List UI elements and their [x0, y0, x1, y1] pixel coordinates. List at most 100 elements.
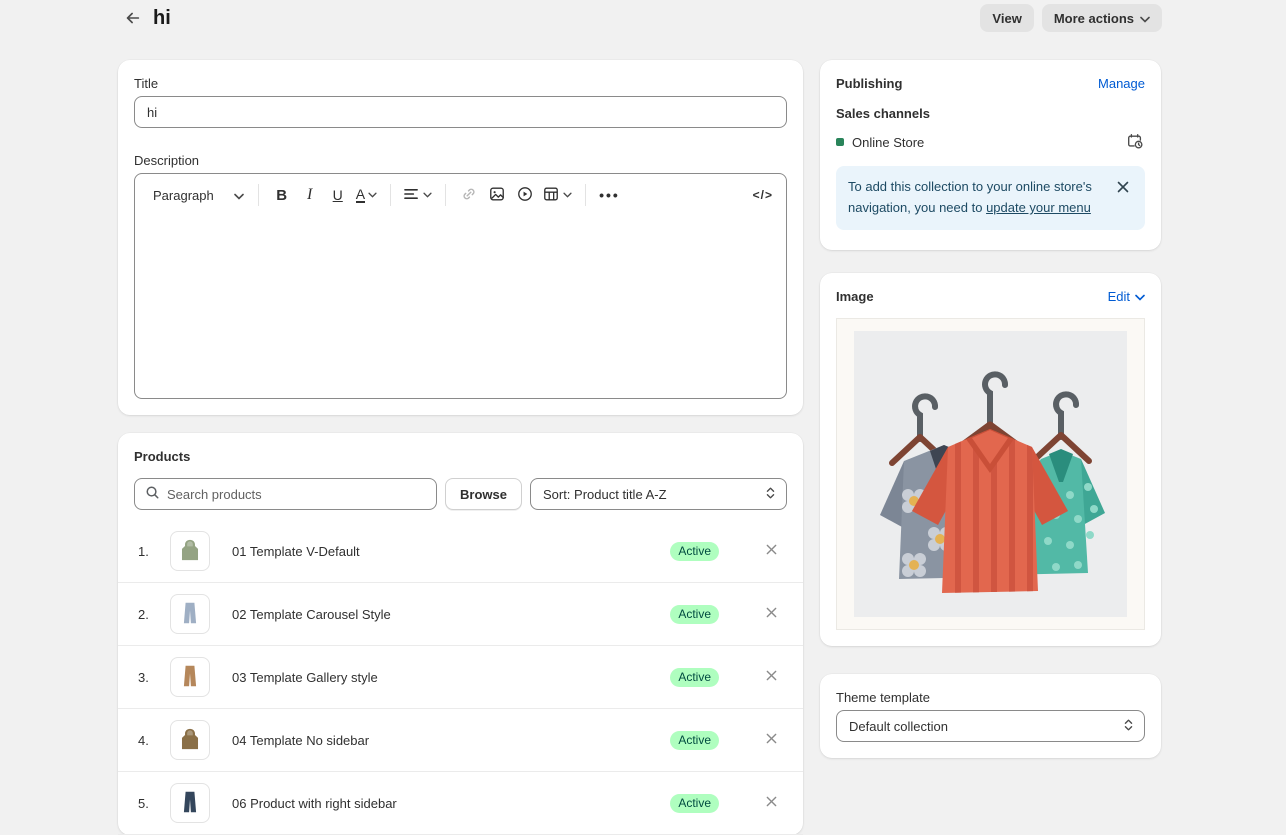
- pants-icon: [178, 663, 202, 692]
- updown-chevron-icon: [1123, 718, 1134, 735]
- channel-status-dot: [836, 138, 844, 146]
- title-label: Title: [134, 76, 787, 91]
- status-badge: Active: [670, 731, 719, 750]
- product-thumbnail: [170, 657, 210, 697]
- align-left-icon: [404, 187, 419, 204]
- theme-template-card: Theme template Default collection: [820, 674, 1161, 758]
- bold-button[interactable]: B: [269, 182, 295, 208]
- toolbar-divider: [390, 184, 391, 206]
- show-html-button[interactable]: </>: [750, 182, 776, 208]
- table-icon: [543, 186, 559, 205]
- toolbar-divider: [445, 184, 446, 206]
- insert-video-button[interactable]: [512, 182, 538, 208]
- dismiss-banner-button[interactable]: [1113, 178, 1133, 198]
- product-rows: 1. 01 Template V-Default Active 2.: [118, 520, 803, 835]
- row-index: 3.: [138, 670, 156, 685]
- channel-name: Online Store: [852, 135, 1117, 150]
- chevron-down-icon: [234, 188, 244, 203]
- remove-product-button[interactable]: [761, 667, 781, 687]
- product-row: 2. 02 Template Carousel Style Active: [118, 583, 803, 646]
- remove-product-button[interactable]: [761, 730, 781, 750]
- updown-chevron-icon: [765, 486, 776, 503]
- remove-product-button[interactable]: [761, 604, 781, 624]
- title-input[interactable]: [134, 96, 787, 128]
- close-icon: [765, 795, 778, 811]
- product-thumbnail: [170, 720, 210, 760]
- theme-template-select[interactable]: Default collection: [836, 710, 1145, 742]
- product-thumbnail: [170, 531, 210, 571]
- paragraph-style-dropdown[interactable]: Paragraph: [149, 188, 248, 203]
- products-card: Products Browse Sort: Product title A-Z: [118, 433, 803, 835]
- close-icon: [765, 543, 778, 559]
- products-controls: Browse Sort: Product title A-Z: [134, 478, 787, 510]
- page-header: hi View More actions: [0, 0, 1286, 38]
- close-icon: [1116, 180, 1130, 197]
- image-heading: Image: [836, 289, 874, 304]
- product-thumbnail: [170, 594, 210, 634]
- close-icon: [765, 732, 778, 748]
- pants-icon: [178, 789, 202, 818]
- image-icon: [489, 186, 505, 205]
- alignment-button[interactable]: [401, 182, 435, 208]
- italic-button[interactable]: I: [297, 182, 323, 208]
- pants-icon: [178, 600, 202, 629]
- sort-select[interactable]: Sort: Product title A-Z: [530, 478, 787, 510]
- collection-image[interactable]: [836, 318, 1145, 630]
- schedule-publish-button[interactable]: [1125, 132, 1145, 152]
- editor-toolbar: Paragraph B I U A: [135, 174, 786, 216]
- view-button[interactable]: View: [980, 4, 1033, 32]
- back-arrow-icon: [124, 9, 142, 30]
- description-editor: Paragraph B I U A: [134, 173, 787, 399]
- status-badge: Active: [670, 605, 719, 624]
- more-formatting-button[interactable]: •••: [596, 182, 623, 208]
- image-card: Image Edit: [820, 273, 1161, 646]
- hoodie-icon: [177, 537, 203, 566]
- publishing-card: Publishing Manage Sales channels Online …: [820, 60, 1161, 250]
- product-thumbnail: [170, 783, 210, 823]
- row-index: 4.: [138, 733, 156, 748]
- product-search: [134, 478, 437, 510]
- underline-button[interactable]: U: [325, 182, 351, 208]
- link-icon: [461, 186, 477, 205]
- insert-link-button[interactable]: [456, 182, 482, 208]
- description-textarea[interactable]: [135, 216, 786, 398]
- toolbar-divider: [585, 184, 586, 206]
- manage-publishing-link[interactable]: Manage: [1098, 76, 1145, 91]
- update-menu-link[interactable]: update your menu: [986, 200, 1091, 215]
- product-row: 1. 01 Template V-Default Active: [118, 520, 803, 583]
- edit-image-button[interactable]: Edit: [1108, 289, 1145, 304]
- status-badge: Active: [670, 542, 719, 561]
- browse-button[interactable]: Browse: [445, 478, 522, 510]
- status-badge: Active: [670, 668, 719, 687]
- close-icon: [765, 606, 778, 622]
- description-label: Description: [134, 153, 787, 168]
- banner-text: To add this collection to your online st…: [848, 176, 1105, 218]
- header-actions: View More actions: [980, 4, 1162, 32]
- row-index: 5.: [138, 796, 156, 811]
- text-color-button[interactable]: A: [353, 182, 380, 208]
- back-button[interactable]: [120, 6, 146, 32]
- play-circle-icon: [517, 186, 533, 205]
- insert-table-button[interactable]: [540, 182, 575, 208]
- insert-image-button[interactable]: [484, 182, 510, 208]
- search-icon: [145, 485, 160, 503]
- search-products-input[interactable]: [167, 487, 426, 502]
- details-card: Title Description Paragraph B I U: [118, 60, 803, 415]
- calendar-clock-icon: [1126, 132, 1144, 153]
- row-index: 2.: [138, 607, 156, 622]
- product-title: 06 Product with right sidebar: [232, 796, 656, 811]
- close-icon: [765, 669, 778, 685]
- product-title: 02 Template Carousel Style: [232, 607, 656, 622]
- products-heading: Products: [134, 449, 787, 464]
- remove-product-button[interactable]: [761, 793, 781, 813]
- product-row: 4. 04 Template No sidebar Active: [118, 709, 803, 772]
- sales-channels-label: Sales channels: [836, 106, 1145, 121]
- remove-product-button[interactable]: [761, 541, 781, 561]
- page-title: hi: [153, 7, 171, 30]
- row-index: 1.: [138, 544, 156, 559]
- navigation-info-banner: To add this collection to your online st…: [836, 166, 1145, 230]
- chevron-down-icon: [1135, 289, 1145, 304]
- publishing-heading: Publishing: [836, 76, 902, 91]
- chevron-down-icon: [1140, 11, 1150, 26]
- more-actions-button[interactable]: More actions: [1042, 4, 1162, 32]
